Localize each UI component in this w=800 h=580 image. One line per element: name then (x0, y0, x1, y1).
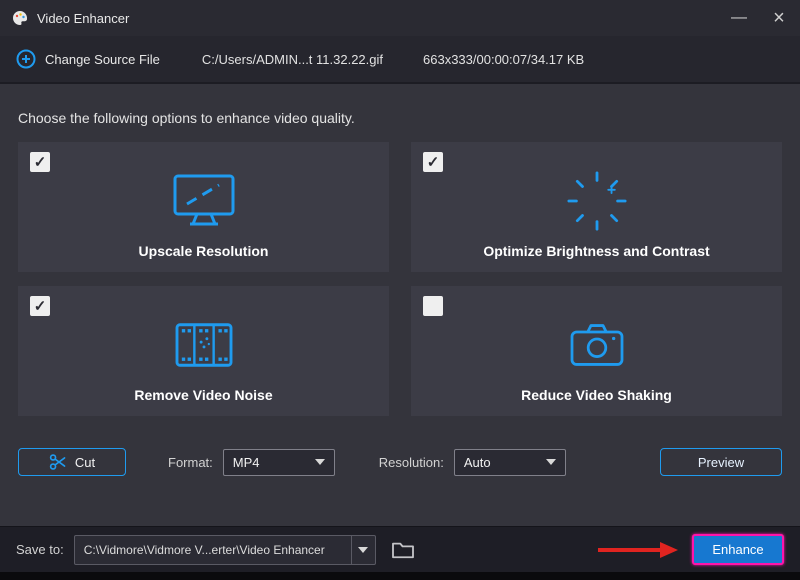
remove-noise-checkbox[interactable] (30, 296, 50, 316)
format-value: MP4 (232, 454, 260, 470)
main-area: Choose the following options to enhance … (0, 84, 800, 526)
enhance-button[interactable]: Enhance (692, 534, 784, 565)
option-label: Upscale Resolution (138, 243, 269, 259)
camera-shake-icon (567, 313, 627, 377)
option-card-reduce-shaking[interactable]: Reduce Video Shaking (411, 286, 782, 416)
annotation-arrow-icon (596, 541, 680, 559)
change-source-label: Change Source File (45, 51, 160, 67)
option-card-remove-noise[interactable]: Remove Video Noise (18, 286, 389, 416)
reduce-shaking-checkbox[interactable] (423, 296, 443, 316)
option-label: Remove Video Noise (134, 387, 273, 403)
option-card-optimize-brightness[interactable]: Optimize Brightness and Contrast (411, 142, 782, 272)
resolution-value: Auto (463, 454, 491, 470)
close-button[interactable]: × (770, 8, 788, 28)
chevron-down-icon (358, 546, 369, 553)
preview-label: Preview (697, 454, 745, 470)
app-palette-icon (12, 10, 28, 26)
brightness-contrast-icon (566, 169, 627, 233)
scissors-icon (49, 453, 67, 471)
footer-bar: Save to: C:\Vidmore\Vidmore V...erter\Vi… (0, 526, 800, 572)
format-dropdown[interactable]: MP4 (222, 448, 335, 476)
chevron-down-icon (545, 459, 556, 465)
instruction-text: Choose the following options to enhance … (18, 110, 355, 126)
save-path-value: C:\Vidmore\Vidmore V...erter\Video Enhan… (83, 542, 325, 557)
window-title: Video Enhancer (37, 10, 130, 26)
change-source-file-button[interactable]: Change Source File (16, 49, 160, 69)
upscale-resolution-checkbox[interactable] (30, 152, 50, 172)
preview-button[interactable]: Preview (660, 448, 782, 476)
save-path-dropdown-button[interactable] (350, 535, 375, 564)
toolbar: Cut Format: MP4 Resolution: Auto Preview (18, 448, 782, 476)
option-label: Reduce Video Shaking (521, 387, 672, 403)
optimize-brightness-checkbox[interactable] (423, 152, 443, 172)
folder-icon (391, 542, 414, 558)
minimize-button[interactable]: — (730, 10, 748, 26)
chevron-down-icon (314, 459, 325, 465)
browse-folder-button[interactable] (386, 535, 420, 565)
format-label: Format: (168, 454, 213, 470)
resolution-label: Resolution: (378, 454, 444, 470)
resolution-dropdown[interactable]: Auto (453, 448, 566, 476)
film-noise-icon (172, 313, 236, 377)
enhance-label: Enhance (712, 542, 764, 557)
save-to-label: Save to: (16, 542, 64, 557)
save-path-field[interactable]: C:\Vidmore\Vidmore V...erter\Video Enhan… (73, 534, 376, 565)
cut-button[interactable]: Cut (18, 448, 126, 476)
monitor-upscale-icon (171, 169, 237, 233)
add-circle-icon (16, 49, 36, 69)
background-window-strip (0, 572, 800, 580)
source-file-info: 663x333/00:00:07/34.17 KB (423, 51, 585, 67)
source-bar: Change Source File C:/Users/ADMIN...t 11… (0, 36, 800, 84)
source-file-path: C:/Users/ADMIN...t 11.32.22.gif (201, 51, 384, 67)
video-enhancer-window: Video Enhancer — × Change Source File C:… (0, 0, 800, 580)
cut-label: Cut (74, 454, 96, 470)
title-bar: Video Enhancer — × (0, 0, 800, 36)
option-label: Optimize Brightness and Contrast (483, 243, 710, 259)
option-card-upscale-resolution[interactable]: Upscale Resolution (18, 142, 389, 272)
option-cards: Upscale Resolution Optimize Brightness a… (18, 142, 782, 416)
